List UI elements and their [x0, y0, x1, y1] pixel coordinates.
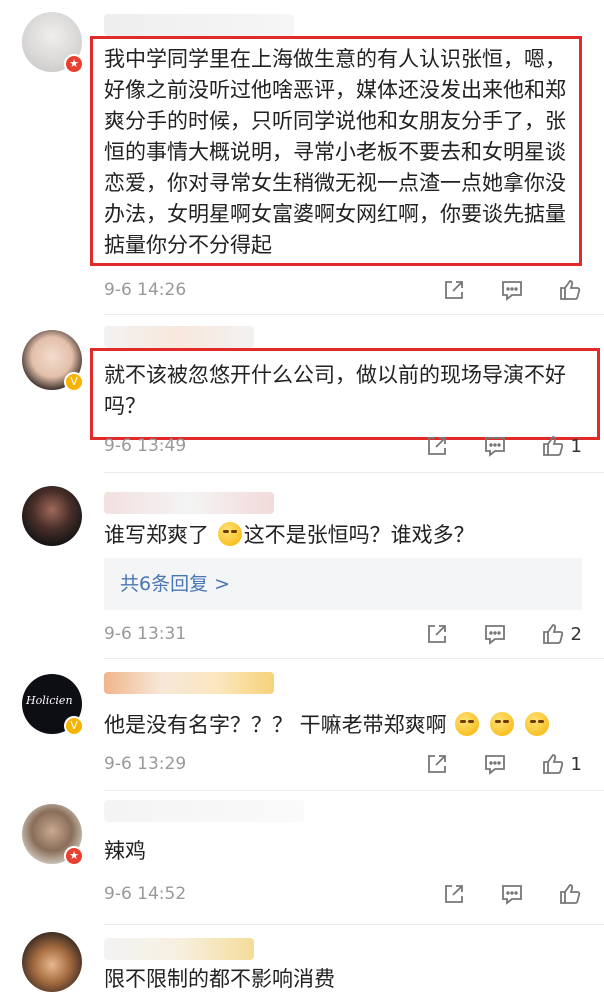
avatar[interactable]: V — [22, 330, 84, 392]
timestamp: 9-6 14:52 — [104, 884, 187, 904]
comment-text: 我中学同学里在上海做生意的有人认识张恒，嗯，好像之前没听过他啥恶评，媒体还没发出… — [104, 47, 566, 257]
username[interactable] — [104, 14, 294, 36]
username[interactable] — [104, 672, 274, 694]
comment-item: 谁写郑爽了 这不是张恒吗？谁戏多？ 共6条回复 > 9-6 13:31 2 — [0, 474, 604, 660]
comment-text-part: 他是没有名字？？？ 干嘛老带郑爽啊 — [104, 713, 447, 737]
comment-icon[interactable] — [483, 622, 507, 646]
grin-emoji-icon — [490, 712, 515, 736]
thumbs-up-icon[interactable] — [558, 278, 582, 302]
comment-text-part: 这不是张恒吗？谁戏多？ — [243, 523, 475, 547]
username[interactable] — [104, 938, 254, 960]
comment-icon[interactable] — [483, 434, 507, 458]
thumbs-up-icon[interactable]: 1 — [541, 752, 582, 776]
verified-badge-icon: V — [64, 372, 84, 392]
comment-actions: 1 — [391, 752, 582, 776]
comment-text-part: 谁写郑爽了 — [104, 523, 209, 547]
comment-item: 限不限制的都不影响消费 — [0, 926, 604, 1000]
comment-text: 辣鸡 — [104, 839, 146, 863]
comment-actions — [408, 278, 582, 302]
thumbs-up-icon[interactable] — [558, 882, 582, 906]
thinking-emoji-icon — [217, 522, 242, 546]
comment-actions — [408, 882, 582, 906]
avatar[interactable]: Holicien V — [22, 674, 84, 736]
avatar[interactable]: ★ — [22, 12, 84, 74]
comment-icon[interactable] — [500, 278, 524, 302]
thumbs-up-icon[interactable]: 1 — [541, 434, 582, 458]
comment-item: ★ 辣鸡 9-6 14:52 — [0, 792, 604, 926]
share-icon[interactable] — [425, 434, 449, 458]
comment-text: 就不该被忽悠开什么公司，做以前的现场导演不好吗？ — [104, 363, 566, 418]
like-count: 1 — [570, 435, 582, 457]
comment-text: 他是没有名字？？？ 干嘛老带郑爽啊 — [104, 710, 584, 741]
timestamp: 9-6 13:29 — [104, 754, 187, 774]
timestamp: 9-6 13:49 — [104, 436, 187, 456]
verified-badge-icon: V — [64, 716, 84, 736]
grin-emoji-icon — [524, 712, 549, 736]
thumbs-up-icon[interactable]: 2 — [541, 622, 582, 646]
comment-actions: 1 — [391, 434, 582, 458]
comment-item: Holicien V 他是没有名字？？？ 干嘛老带郑爽啊 9-6 13:29 1 — [0, 660, 604, 792]
verified-badge-icon: ★ — [64, 846, 84, 866]
comment-text: 限不限制的都不影响消费 — [104, 967, 335, 991]
avatar[interactable] — [22, 486, 82, 546]
divider — [104, 314, 604, 315]
share-icon[interactable] — [442, 882, 466, 906]
divider — [104, 924, 604, 925]
avatar[interactable] — [22, 932, 82, 992]
comment-icon[interactable] — [500, 882, 524, 906]
verified-badge-icon: ★ — [64, 54, 84, 74]
share-icon[interactable] — [425, 622, 449, 646]
like-count: 1 — [570, 753, 582, 775]
timestamp: 9-6 14:26 — [104, 280, 187, 300]
comment-actions: 2 — [391, 622, 582, 646]
grin-emoji-icon — [455, 712, 480, 736]
like-count: 2 — [570, 623, 582, 645]
share-icon[interactable] — [425, 752, 449, 776]
comment-item: ★ 我中学同学里在上海做生意的有人认识张恒，嗯，好像之前没听过他啥恶评，媒体还没… — [0, 0, 604, 316]
divider — [104, 790, 604, 791]
comment-text: 谁写郑爽了 这不是张恒吗？谁戏多？ — [104, 520, 584, 551]
username[interactable] — [104, 800, 304, 822]
username[interactable] — [104, 492, 274, 514]
username[interactable] — [104, 326, 254, 348]
comment-item: V 就不该被忽悠开什么公司，做以前的现场导演不好吗？ 9-6 13:49 1 — [0, 316, 604, 474]
avatar-text: Holicien — [26, 694, 73, 707]
timestamp: 9-6 13:31 — [104, 624, 187, 644]
divider — [104, 472, 604, 473]
avatar[interactable]: ★ — [22, 804, 84, 866]
view-replies-link[interactable]: 共6条回复 > — [104, 558, 582, 610]
share-icon[interactable] — [442, 278, 466, 302]
divider — [104, 658, 604, 659]
comment-icon[interactable] — [483, 752, 507, 776]
